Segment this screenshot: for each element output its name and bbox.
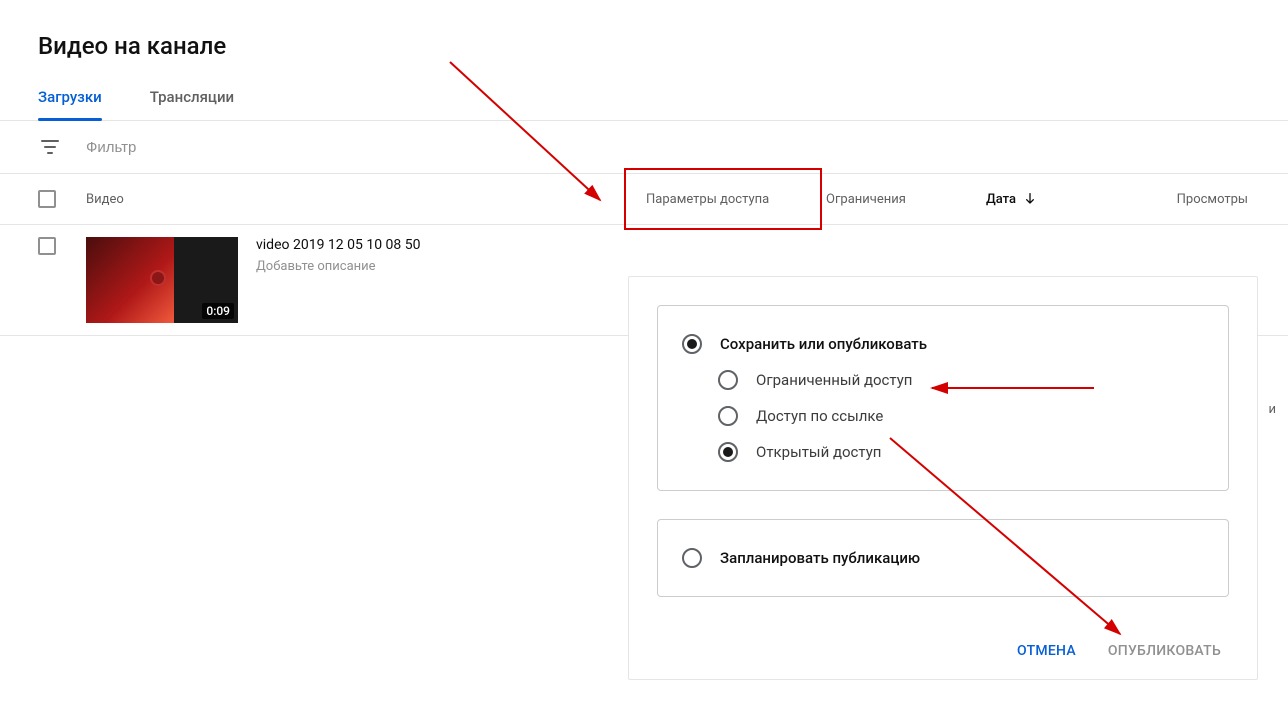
tabs: Загрузки Трансляции [0,60,1288,121]
tab-uploads[interactable]: Загрузки [38,88,102,120]
option-save-or-publish[interactable]: Сохранить или опубликовать [682,326,1204,362]
arrow-down-icon [1022,191,1038,207]
radio-icon [718,406,738,426]
column-access[interactable]: Параметры доступа [646,192,826,207]
filter-icon[interactable] [38,135,62,159]
radio-icon [682,334,702,354]
column-date[interactable]: Дата [986,191,1106,207]
truncated-text: и [1268,402,1276,417]
column-video: Видео [86,192,646,207]
video-thumbnail[interactable]: 0:09 [86,237,238,323]
tab-live[interactable]: Трансляции [150,88,234,120]
option-private[interactable]: Ограниченный доступ [682,362,1204,398]
radio-icon [718,370,738,390]
radio-icon [682,548,702,568]
filter-input[interactable] [86,139,286,156]
duration-badge: 0:09 [202,303,234,319]
filter-bar [0,121,1288,174]
option-schedule[interactable]: Запланировать публикацию [682,540,1204,576]
table-header: Видео Параметры доступа Ограничения Дата… [0,174,1288,225]
schedule-section: Запланировать публикацию [657,519,1229,597]
page-title: Видео на канале [0,0,1288,60]
radio-icon [718,442,738,462]
option-unlisted[interactable]: Доступ по ссылке [682,398,1204,434]
visibility-popover: Сохранить или опубликовать Ограниченный … [628,276,1258,680]
cancel-button[interactable]: ОТМЕНА [1017,643,1076,659]
column-date-label: Дата [986,192,1016,207]
option-label: Доступ по ссылке [756,407,883,425]
publish-button[interactable]: ОПУБЛИКОВАТЬ [1108,643,1221,659]
option-label: Запланировать публикацию [720,549,920,567]
video-description[interactable]: Добавьте описание [256,259,420,274]
video-title[interactable]: video 2019 12 05 10 08 50 [256,237,420,253]
popover-actions: ОТМЕНА ОПУБЛИКОВАТЬ [629,625,1257,679]
row-checkbox[interactable] [38,237,56,255]
option-public[interactable]: Открытый доступ [682,434,1204,470]
publish-section: Сохранить или опубликовать Ограниченный … [657,305,1229,491]
select-all-checkbox[interactable] [38,190,56,208]
option-label: Сохранить или опубликовать [720,335,927,353]
column-restrictions[interactable]: Ограничения [826,192,986,207]
option-label: Открытый доступ [756,443,881,461]
option-label: Ограниченный доступ [756,371,912,389]
column-views[interactable]: Просмотры [1177,192,1288,207]
